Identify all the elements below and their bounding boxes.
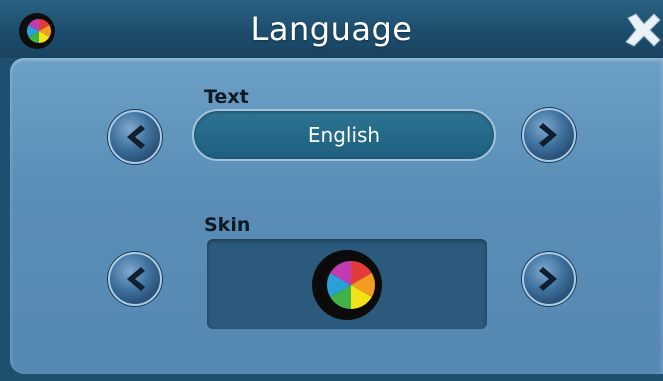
text-next-button[interactable] [519, 105, 579, 165]
dialog-title: Language [250, 10, 413, 48]
text-language-value: English [307, 123, 381, 147]
skin-color-wheel-icon [311, 249, 383, 321]
chevron-left-icon [107, 109, 163, 165]
skin-setting-label: Skin [204, 214, 251, 236]
app-logo-icon[interactable] [18, 12, 56, 50]
title-bar: Language [0, 0, 663, 58]
language-dialog: Language Text English Skin [0, 0, 663, 381]
skin-next-button[interactable] [519, 249, 579, 309]
close-button[interactable] [622, 10, 662, 50]
text-setting-label: Text [204, 86, 249, 108]
chevron-left-icon [107, 251, 163, 307]
close-icon [625, 13, 661, 47]
skin-prev-button[interactable] [105, 249, 165, 309]
chevron-right-icon [521, 251, 577, 307]
chevron-right-icon [521, 107, 577, 163]
text-prev-button[interactable] [105, 107, 165, 167]
skin-preview[interactable] [207, 239, 487, 329]
text-language-field[interactable]: English [192, 109, 496, 161]
